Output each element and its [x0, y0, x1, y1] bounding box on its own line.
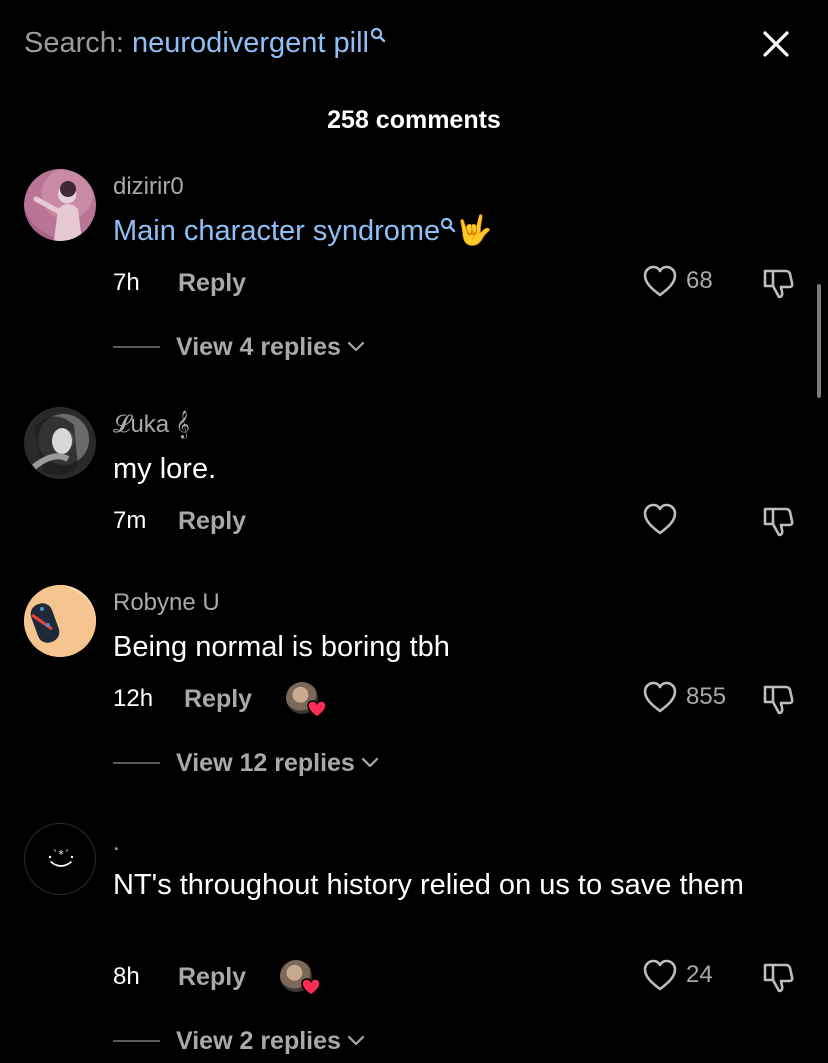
dislike-icon[interactable]: [761, 959, 797, 995]
like-count: 68: [686, 267, 713, 294]
search-label: Search:: [24, 27, 124, 59]
search-term-link[interactable]: neurodivergent pill: [132, 27, 369, 59]
dislike-icon[interactable]: [761, 681, 797, 717]
avatar[interactable]: [24, 407, 96, 479]
search-header: Search: neurodivergent pill: [0, 0, 828, 90]
chevron-down-icon: [347, 1035, 365, 1046]
creator-liked-icon: [280, 960, 321, 998]
reply-button[interactable]: Reply: [178, 506, 246, 536]
comment-time: 12h: [113, 685, 154, 712]
avatar[interactable]: [24, 169, 96, 241]
comments-count: 258 comments: [327, 106, 501, 134]
view-replies-label: View 4 replies: [176, 333, 341, 361]
comment-time: 8h: [113, 963, 140, 990]
comment-time: 7h: [113, 269, 140, 296]
reply-button[interactable]: Reply: [178, 962, 246, 992]
search-icon: [370, 27, 386, 43]
like-button[interactable]: 68: [642, 264, 713, 298]
heart-icon: [307, 700, 327, 718]
view-replies-label: View 12 replies: [176, 749, 355, 777]
heart-icon: [301, 978, 321, 996]
like-button[interactable]: [642, 502, 686, 536]
view-replies-button[interactable]: View 12 replies: [113, 748, 379, 778]
comment-username[interactable]: .: [113, 828, 120, 858]
comment-text: my lore.: [113, 453, 217, 485]
comment-time: 7m: [113, 507, 147, 534]
heart-icon: [643, 681, 677, 713]
chevron-down-icon: [361, 757, 378, 768]
like-button[interactable]: 855: [642, 680, 726, 714]
comment-username[interactable]: 𝓛uka 𝄞: [113, 410, 190, 440]
avatar[interactable]: ˋ*ˊ: [24, 823, 96, 895]
like-count: 855: [686, 683, 727, 710]
close-icon[interactable]: [758, 26, 794, 62]
divider: [113, 762, 160, 764]
search-icon: [441, 217, 456, 233]
comment-username[interactable]: dizirir0: [113, 172, 184, 202]
like-button[interactable]: 24: [642, 958, 713, 992]
reply-button[interactable]: Reply: [178, 268, 246, 298]
search-query[interactable]: Search: neurodivergent pill: [24, 25, 386, 61]
heart-icon: [643, 503, 677, 535]
comment-text: Being normal is boring tbh: [113, 631, 450, 663]
creator-liked-icon: [286, 682, 327, 720]
divider: [113, 1040, 160, 1042]
divider: [113, 346, 160, 348]
avatar[interactable]: [24, 585, 96, 657]
scrollbar[interactable]: [817, 284, 821, 398]
dislike-icon[interactable]: [761, 265, 797, 301]
chevron-down-icon: [347, 341, 365, 352]
comment-username[interactable]: Robyne U: [113, 588, 220, 618]
comment-text-link[interactable]: Main character syndrome 🤟: [113, 211, 773, 251]
like-count: 24: [686, 961, 713, 988]
dislike-icon[interactable]: [761, 503, 797, 539]
view-replies-label: View 2 replies: [176, 1027, 341, 1055]
svg-text:ˋ*ˊ: ˋ*ˊ: [53, 848, 70, 861]
view-replies-button[interactable]: View 4 replies: [113, 332, 365, 362]
emoji: 🤟: [456, 215, 493, 247]
heart-icon: [643, 265, 677, 297]
comment-text: Main character syndrome: [113, 215, 441, 247]
heart-icon: [643, 959, 677, 991]
comment-text: NT's throughout history relied on us to …: [113, 869, 744, 901]
view-replies-button[interactable]: View 2 replies: [113, 1026, 365, 1056]
reply-button[interactable]: Reply: [184, 684, 252, 714]
